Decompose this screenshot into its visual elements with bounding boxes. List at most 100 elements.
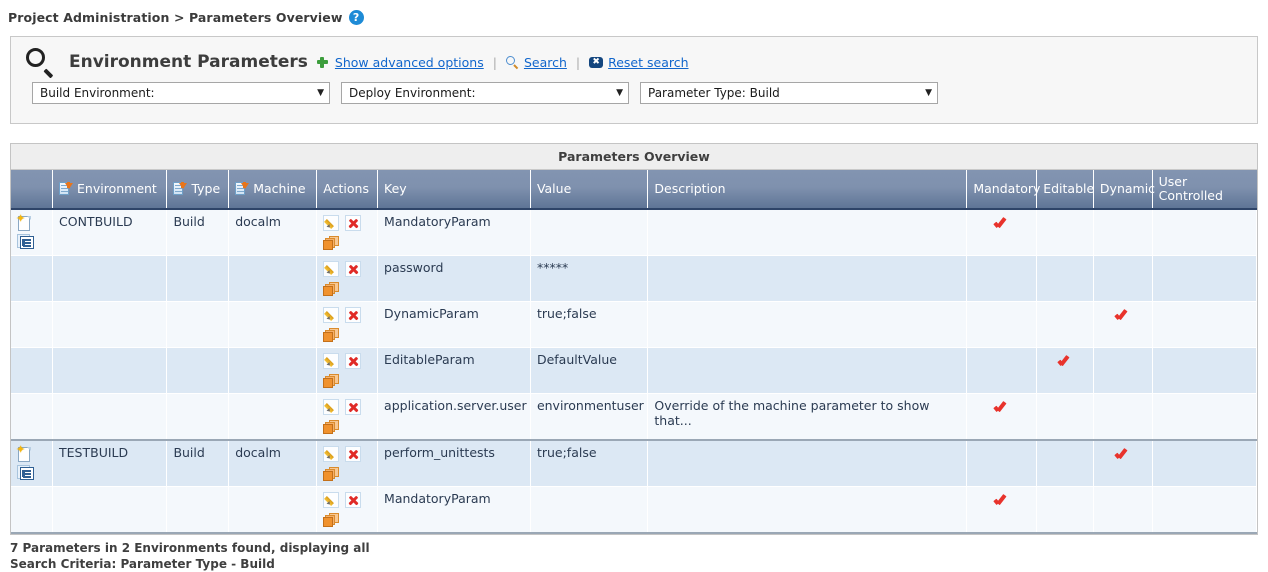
details-icon[interactable]	[17, 234, 35, 250]
table-row[interactable]: DynamicParam true;false	[11, 301, 1258, 348]
deploy-environment-select[interactable]: Deploy Environment: ▼	[341, 82, 629, 104]
table-row[interactable]: ✦ CONTBUILD Build docalm MandatoryParam	[11, 209, 1258, 256]
cell-editable	[1036, 393, 1094, 441]
delete-icon[interactable]	[345, 307, 362, 323]
cell-type	[166, 393, 230, 441]
column-header-type[interactable]: Type	[166, 170, 230, 210]
help-icon[interactable]: ?	[348, 9, 364, 25]
show-advanced-options-link[interactable]: Show advanced options	[335, 55, 484, 70]
edit-icon[interactable]	[323, 446, 340, 462]
cell-user-controlled	[1152, 255, 1258, 302]
cell-type	[166, 347, 230, 394]
cell-actions[interactable]	[316, 301, 379, 348]
copy-icon[interactable]	[323, 512, 340, 528]
column-header-value: Value	[530, 170, 649, 210]
table-row[interactable]: ✦ TESTBUILD Build docalm perform_unittests tr…	[11, 440, 1258, 487]
copy-icon[interactable]	[323, 373, 340, 389]
cell-user-controlled	[1152, 209, 1258, 256]
cell-editable	[1036, 440, 1094, 487]
cell-user-controlled	[1152, 393, 1258, 441]
edit-icon[interactable]	[323, 261, 340, 277]
details-icon[interactable]	[17, 465, 35, 481]
deploy-environment-value: Deploy Environment:	[349, 86, 476, 100]
cell-environment	[52, 301, 168, 348]
cell-editable	[1036, 347, 1094, 394]
cell-type: Build	[166, 209, 230, 256]
row-icons-cell	[11, 486, 54, 534]
edit-icon[interactable]	[323, 492, 340, 508]
sort-icon[interactable]	[173, 182, 188, 196]
reset-search-link[interactable]: Reset search	[608, 55, 688, 70]
cell-value: DefaultValue	[530, 347, 649, 394]
cell-actions[interactable]	[316, 347, 379, 394]
link-separator-1: |	[492, 54, 497, 70]
table-row[interactable]: password *****	[11, 255, 1258, 302]
cell-type	[166, 486, 230, 534]
row-icons-cell	[11, 301, 54, 348]
sort-icon[interactable]	[235, 182, 250, 196]
cell-actions[interactable]	[316, 440, 379, 487]
column-header-actions-label: Actions	[323, 181, 369, 196]
breadcrumb-text: Project Administration > Parameters Over…	[8, 9, 343, 25]
cell-user-controlled	[1152, 486, 1258, 534]
table-row[interactable]: MandatoryParam	[11, 486, 1258, 534]
cell-actions[interactable]	[316, 393, 379, 441]
cell-environment	[52, 486, 168, 534]
column-header-machine[interactable]: Machine	[228, 170, 318, 210]
copy-icon[interactable]	[323, 235, 340, 251]
cell-dynamic	[1093, 255, 1153, 302]
column-header-environment[interactable]: Environment	[52, 170, 168, 210]
column-header-dynamic-label: Dynamic	[1099, 181, 1156, 196]
build-environment-select[interactable]: Build Environment: ▼	[32, 82, 330, 104]
search-link[interactable]: Search	[524, 55, 567, 70]
table-row[interactable]: EditableParam DefaultValue	[11, 347, 1258, 394]
cell-actions[interactable]	[316, 209, 379, 256]
sort-icon[interactable]	[59, 182, 74, 196]
parameter-type-select[interactable]: Parameter Type: Build ▼	[640, 82, 938, 104]
cell-actions[interactable]	[316, 255, 379, 302]
copy-icon[interactable]	[323, 419, 340, 435]
cell-environment: TESTBUILD	[52, 440, 168, 487]
copy-icon[interactable]	[323, 466, 340, 482]
link-separator-2: |	[575, 54, 581, 70]
search-icon[interactable]	[505, 55, 519, 69]
edit-icon[interactable]	[323, 307, 340, 323]
chevron-down-icon: ▼	[317, 87, 324, 98]
cell-environment	[52, 347, 168, 394]
column-header-row-actions	[11, 170, 54, 210]
cell-editable	[1036, 209, 1094, 256]
cell-key: EditableParam	[377, 347, 531, 394]
column-header-environment-label: Environment	[77, 181, 157, 196]
cell-description	[647, 209, 968, 256]
cell-value	[530, 486, 649, 534]
copy-icon[interactable]	[323, 327, 340, 343]
results-summary: 7 Parameters in 2 Environments found, di…	[10, 540, 1258, 572]
new-document-icon[interactable]: ✦	[16, 444, 32, 463]
delete-icon[interactable]	[345, 261, 362, 277]
cell-dynamic	[1093, 347, 1153, 394]
table-header-row: Environment Type Machine Actions Key Val…	[11, 170, 1257, 210]
delete-icon[interactable]	[345, 399, 362, 415]
delete-icon[interactable]	[345, 215, 362, 231]
cell-environment	[52, 393, 168, 441]
delete-icon[interactable]	[345, 353, 362, 369]
cell-editable	[1036, 301, 1094, 348]
table-row[interactable]: application.server.user environmentuser Ov…	[11, 393, 1258, 441]
cell-actions[interactable]	[316, 486, 379, 534]
cell-type: Build	[166, 440, 230, 487]
cell-value: environmentuser	[530, 393, 649, 441]
edit-icon[interactable]	[323, 215, 340, 231]
new-document-icon[interactable]: ✦	[16, 213, 32, 232]
expand-plus-icon[interactable]	[316, 56, 330, 69]
cell-dynamic	[1093, 393, 1153, 441]
cell-mandatory	[966, 209, 1038, 256]
cell-key: DynamicParam	[377, 301, 531, 348]
reset-icon[interactable]: ✖	[589, 56, 604, 68]
copy-icon[interactable]	[323, 281, 340, 297]
delete-icon[interactable]	[345, 446, 362, 462]
cell-mandatory	[966, 301, 1038, 348]
delete-icon[interactable]	[345, 492, 362, 508]
cell-user-controlled	[1152, 440, 1258, 487]
edit-icon[interactable]	[323, 353, 340, 369]
edit-icon[interactable]	[323, 399, 340, 415]
